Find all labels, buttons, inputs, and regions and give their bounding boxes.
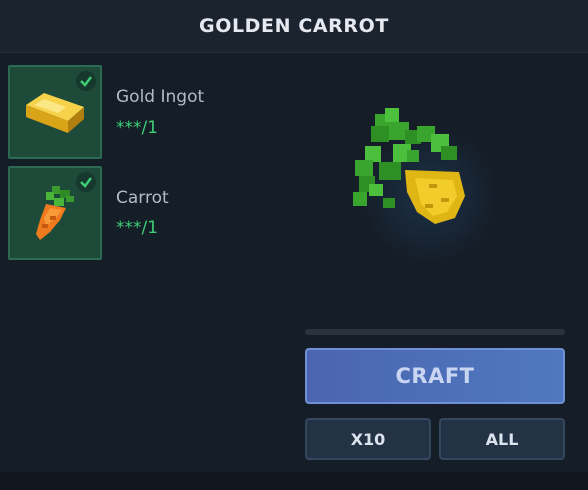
ingredient-name: Gold Ingot [116,87,205,107]
ingredient-slot-gold-ingot[interactable] [8,65,102,159]
craft-all-button[interactable]: ALL [439,418,565,460]
ingredient-name: Carrot [116,188,169,208]
ingredient-count: ***/1 [116,118,159,138]
panel-bottom-edge [0,472,588,490]
ingredient-count: ***/1 [116,218,159,238]
craft-progress-bar [305,329,565,335]
golden-carrot-icon [353,108,465,224]
craft-x10-button[interactable]: X10 [305,418,431,460]
recipe-title: GOLDEN CARROT [199,15,389,37]
title-bar: GOLDEN CARROT [0,0,588,53]
ingredient-slot-carrot[interactable] [8,166,102,260]
crafting-panel: GOLDEN CARROT Gold Ingot ***/1 Carrot **… [0,0,588,490]
check-icon [76,172,96,192]
check-icon [76,71,96,91]
craft-button[interactable]: CRAFT [305,348,565,404]
